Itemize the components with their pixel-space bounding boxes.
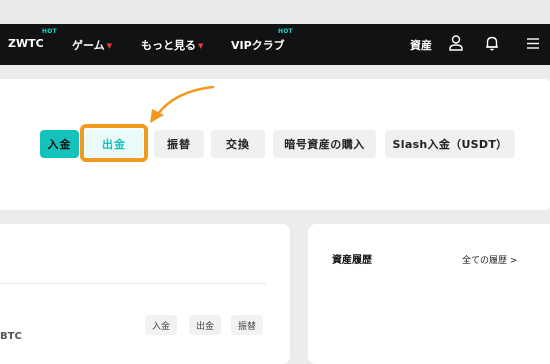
- highlight-frame: [80, 124, 148, 162]
- divider: [0, 283, 266, 284]
- coin-symbol: BTC: [0, 331, 22, 342]
- nav-item-label: もっと見る: [141, 39, 196, 52]
- nav-item-label: ZWTC: [8, 37, 44, 50]
- nav-item-label: ゲーム: [72, 39, 105, 52]
- tab-buy-crypto[interactable]: 暗号資産の購入: [273, 130, 376, 158]
- pointer-arrow-icon: [150, 85, 215, 123]
- user-icon[interactable]: [447, 34, 465, 52]
- asset-history-title: 資産履歴: [332, 255, 372, 266]
- row-withdraw-button[interactable]: 出金: [189, 315, 221, 335]
- caret-down-icon: ▼: [106, 42, 113, 50]
- tab-transfer[interactable]: 振替: [154, 130, 204, 158]
- nav-assets-link[interactable]: 資産: [410, 37, 432, 53]
- menu-icon[interactable]: [524, 34, 542, 52]
- row-deposit-button[interactable]: 入金: [145, 315, 177, 335]
- nav-item-label: VIPクラブ: [231, 39, 285, 52]
- caret-down-icon: ▼: [198, 42, 204, 50]
- asset-history-card: [308, 224, 550, 364]
- tab-deposit[interactable]: 入金: [40, 130, 79, 158]
- all-history-link[interactable]: 全ての履歴 >: [462, 253, 517, 266]
- top-navbar: ZWTC HOT ゲーム ▼ もっと見る ▼ VIPクラブ HOT 資産: [0, 24, 550, 65]
- tab-exchange[interactable]: 交換: [211, 130, 265, 158]
- asset-list-card: [0, 224, 290, 364]
- nav-item-vip[interactable]: VIPクラブ HOT: [231, 28, 293, 53]
- row-transfer-button[interactable]: 振替: [231, 315, 263, 335]
- browser-top-gap: [0, 0, 550, 24]
- bell-icon[interactable]: [483, 34, 501, 52]
- nav-item-zwtc[interactable]: ZWTC HOT: [8, 28, 57, 50]
- hot-badge: HOT: [278, 28, 293, 35]
- tab-slash-deposit[interactable]: Slash入金（USDT）: [385, 130, 515, 158]
- nav-item-more[interactable]: もっと見る ▼: [141, 37, 203, 53]
- hot-badge: HOT: [42, 28, 57, 35]
- nav-item-game[interactable]: ゲーム ▼: [72, 37, 112, 53]
